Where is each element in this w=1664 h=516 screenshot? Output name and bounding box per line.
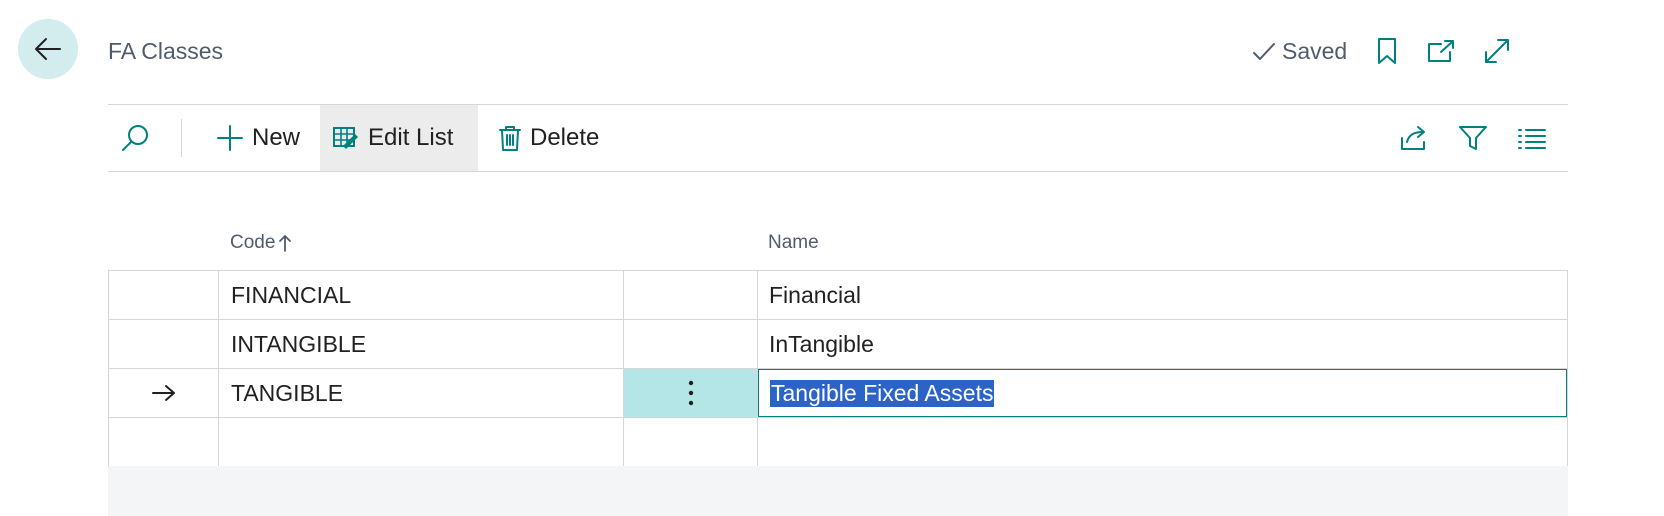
row-menu-cell[interactable]: [624, 320, 758, 368]
table-row[interactable]: FINANCIAL Financial: [109, 271, 1567, 320]
saved-status: Saved: [1252, 38, 1347, 65]
edit-list-icon: [333, 127, 358, 149]
column-header-name[interactable]: Name: [768, 232, 819, 254]
open-in-new-window-icon: [1428, 40, 1454, 62]
name-cell[interactable]: Financial: [758, 271, 1567, 319]
back-arrow-icon: [35, 38, 61, 60]
filter-icon: [1459, 126, 1487, 150]
sort-ascending-icon: [279, 234, 292, 252]
list-icon: [1518, 129, 1546, 149]
table-row-active[interactable]: TANGIBLE Tangible Fixed Assets: [109, 369, 1567, 418]
grid-footer-area: [108, 466, 1568, 516]
list-view-button[interactable]: [1515, 121, 1549, 155]
row-selector[interactable]: [109, 320, 219, 368]
search-icon: [122, 125, 148, 151]
column-header-code-label: Code: [230, 232, 276, 253]
delete-button-label: Delete: [530, 124, 600, 151]
fa-classes-grid: FINANCIAL Financial INTANGIBLE InTangibl…: [108, 270, 1568, 467]
column-header-name-label: Name: [768, 232, 819, 253]
column-header-code[interactable]: Code: [230, 232, 292, 254]
name-cell[interactable]: InTangible: [758, 320, 1567, 368]
checkmark-icon: [1253, 42, 1275, 60]
table-row[interactable]: INTANGIBLE InTangible: [109, 320, 1567, 369]
search-button[interactable]: [118, 121, 152, 155]
new-button-label: New: [252, 124, 301, 151]
row-menu-cell[interactable]: [624, 271, 758, 319]
current-row-arrow-icon: [151, 385, 175, 401]
code-cell[interactable]: INTANGIBLE: [219, 320, 624, 368]
delete-button[interactable]: Delete: [486, 105, 611, 171]
name-input-cell[interactable]: Tangible Fixed Assets: [758, 369, 1567, 417]
code-cell[interactable]: [219, 418, 624, 466]
table-row-empty[interactable]: [109, 418, 1567, 467]
edit-list-button[interactable]: Edit List: [320, 105, 478, 171]
code-cell[interactable]: TANGIBLE: [219, 369, 624, 417]
bookmark-button[interactable]: [1372, 36, 1402, 66]
more-options-icon[interactable]: [687, 379, 695, 407]
edit-list-button-label: Edit List: [368, 124, 454, 151]
action-separator: [181, 119, 182, 157]
open-new-window-button[interactable]: [1426, 36, 1456, 66]
filter-button[interactable]: [1456, 121, 1490, 155]
code-cell[interactable]: FINANCIAL: [219, 271, 624, 319]
share-icon: [1401, 126, 1425, 150]
saved-label: Saved: [1282, 38, 1348, 64]
row-menu-cell[interactable]: [624, 418, 758, 466]
name-cell[interactable]: [758, 418, 1567, 466]
share-button[interactable]: [1397, 121, 1431, 155]
bookmark-icon: [1378, 38, 1396, 64]
row-selector[interactable]: [109, 369, 219, 417]
action-bar: New Edit List Delete: [108, 105, 1568, 171]
name-input-selected-text[interactable]: Tangible Fixed Assets: [770, 379, 995, 407]
action-bar-bottom-divider: [108, 171, 1568, 172]
back-button[interactable]: [18, 19, 78, 79]
expand-icon: [1485, 39, 1509, 63]
row-menu-cell[interactable]: [624, 369, 758, 417]
new-button[interactable]: New: [204, 105, 312, 171]
expand-button[interactable]: [1482, 36, 1512, 66]
row-selector[interactable]: [109, 418, 219, 466]
row-selector[interactable]: [109, 271, 219, 319]
trash-icon: [499, 126, 521, 151]
page-title: FA Classes: [108, 38, 224, 64]
plus-icon: [217, 125, 243, 151]
